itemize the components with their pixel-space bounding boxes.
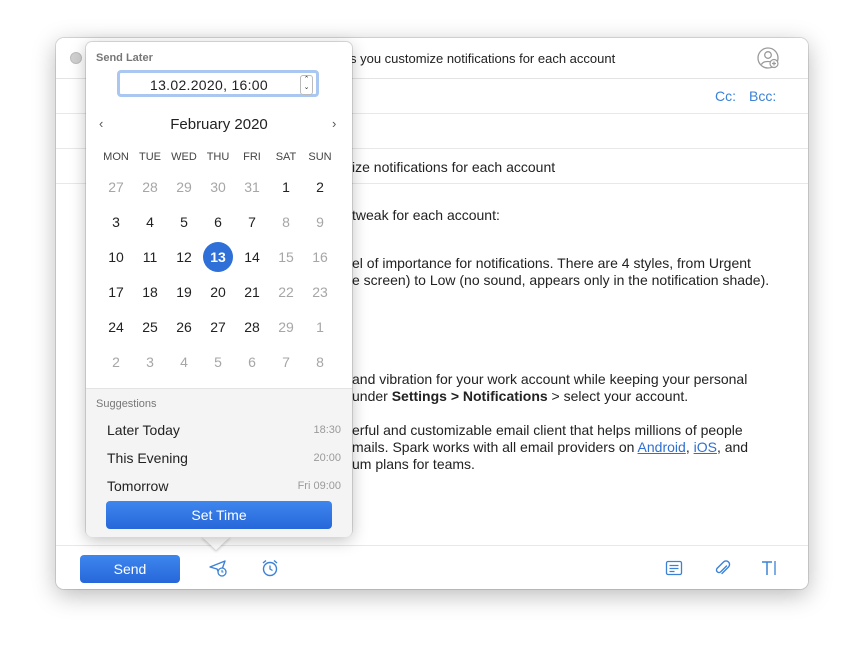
calendar-day[interactable]: 27: [202, 313, 234, 341]
close-window-button[interactable]: [70, 52, 82, 64]
body-line: mails. Spark works with all email provid…: [352, 439, 748, 456]
calendar-day[interactable]: 2: [100, 348, 132, 376]
body-text-segment: > select your account.: [547, 388, 689, 404]
calendar-day[interactable]: 3: [100, 208, 132, 236]
suggestion-label[interactable]: This Evening: [107, 450, 188, 466]
calendar-day[interactable]: 27: [100, 173, 132, 201]
chevron-down-icon[interactable]: ⌄: [304, 84, 310, 91]
body-text-segment: mails. Spark works with all email provid…: [352, 439, 638, 455]
calendar-day[interactable]: 25: [134, 313, 166, 341]
datetime-input[interactable]: 13.02.2020, 16:00 ⌃ ⌄: [117, 70, 319, 97]
calendar-day[interactable]: 17: [100, 278, 132, 306]
calendar-day[interactable]: 15: [270, 243, 302, 271]
suggestions-panel: Suggestions Later Today 18:30 This Eveni…: [86, 388, 352, 537]
calendar-day[interactable]: 21: [236, 278, 268, 306]
send-button[interactable]: Send: [80, 555, 180, 583]
calendar-day[interactable]: 4: [134, 208, 166, 236]
compose-toolbar: Send: [56, 545, 808, 589]
weekday-label: FRI: [243, 151, 261, 163]
weekday-label: TUE: [139, 151, 161, 163]
subject-field[interactable]: ize notifications for each account: [352, 159, 555, 175]
suggestion-time: 18:30: [313, 424, 341, 436]
calendar-day[interactable]: 5: [168, 208, 200, 236]
month-title: February 2020: [170, 116, 268, 133]
calendar-day[interactable]: 4: [168, 348, 200, 376]
suggestion-time: 20:00: [313, 452, 341, 464]
calendar-day[interactable]: 24: [100, 313, 132, 341]
body-line: erful and customizable email client that…: [352, 422, 743, 438]
calendar-day[interactable]: 8: [304, 348, 336, 376]
calendar-day[interactable]: 29: [168, 173, 200, 201]
calendar-day[interactable]: 20: [202, 278, 234, 306]
set-time-button[interactable]: Set Time: [106, 501, 332, 529]
calendar-day[interactable]: 29: [270, 313, 302, 341]
calendar-day[interactable]: 11: [134, 243, 166, 271]
settings-path-text: Settings > Notifications: [391, 388, 548, 404]
calendar-day[interactable]: 12: [168, 243, 200, 271]
calendar-day[interactable]: 23: [304, 278, 336, 306]
ios-link[interactable]: iOS: [694, 439, 717, 455]
calendar-day[interactable]: 19: [168, 278, 200, 306]
template-icon[interactable]: [664, 558, 684, 578]
bcc-button[interactable]: Bcc:: [749, 88, 776, 104]
calendar-day[interactable]: 28: [236, 313, 268, 341]
body-line: under Settings > Notifications > select …: [352, 388, 688, 405]
calendar-day[interactable]: 31: [236, 173, 268, 201]
calendar-day[interactable]: 3: [134, 348, 166, 376]
calendar-day[interactable]: 14: [236, 243, 268, 271]
next-month-button[interactable]: ›: [332, 116, 336, 131]
reminder-clock-icon[interactable]: [260, 558, 280, 578]
suggestion-label[interactable]: Tomorrow: [107, 478, 168, 494]
send-later-icon[interactable]: [208, 558, 228, 578]
weekday-label: SAT: [275, 151, 297, 163]
window-title: s you customize notifications for each a…: [350, 51, 616, 66]
calendar-day[interactable]: 6: [202, 208, 234, 236]
calendar-day[interactable]: 8: [270, 208, 302, 236]
calendar-day[interactable]: 5: [202, 348, 234, 376]
calendar-day[interactable]: 1: [270, 173, 302, 201]
body-line: e screen) to Low (no sound, appears only…: [352, 272, 770, 288]
calendar-day[interactable]: 30: [202, 173, 234, 201]
body-line: tweak for each account:: [352, 207, 500, 223]
calendar-day[interactable]: 22: [270, 278, 302, 306]
body-text-segment: , and: [716, 439, 749, 455]
calendar-day[interactable]: 1: [304, 313, 336, 341]
calendar-day[interactable]: 7: [270, 348, 302, 376]
body-line: el of importance for notifications. Ther…: [352, 255, 751, 271]
body-line: um plans for teams.: [352, 456, 475, 472]
body-text-segment: ,: [685, 439, 694, 455]
calendar-day[interactable]: 10: [100, 243, 132, 271]
calendar-day[interactable]: 28: [134, 173, 166, 201]
android-link[interactable]: Android: [638, 439, 686, 455]
cc-button[interactable]: Cc:: [715, 88, 736, 104]
calendar-day[interactable]: 2: [304, 173, 336, 201]
calendar-day[interactable]: 18: [134, 278, 166, 306]
attachment-icon[interactable]: [712, 558, 732, 578]
calendar-day[interactable]: 13: [202, 242, 234, 272]
popup-pointer: [201, 536, 231, 550]
suggestions-label: Suggestions: [96, 398, 157, 410]
calendar-day[interactable]: 16: [304, 243, 336, 271]
weekday-label: THU: [206, 151, 230, 163]
body-line: and vibration for your work account whil…: [352, 371, 748, 387]
calendar-day[interactable]: 26: [168, 313, 200, 341]
calendar-day[interactable]: 9: [304, 208, 336, 236]
datetime-value: 13.02.2020, 16:00: [150, 77, 268, 93]
popover-title: Send Later: [96, 52, 153, 64]
weekday-label: MON: [103, 151, 129, 163]
datetime-stepper[interactable]: ⌃ ⌄: [300, 75, 313, 95]
weekday-label: WED: [171, 151, 197, 163]
body-text-segment: under: [352, 388, 392, 404]
suggestion-label[interactable]: Later Today: [107, 422, 180, 438]
chevron-up-icon[interactable]: ⌃: [304, 76, 310, 83]
add-contact-icon[interactable]: [757, 47, 779, 69]
send-later-popover: Send Later 13.02.2020, 16:00 ⌃ ⌄ ‹ Februa…: [86, 42, 352, 537]
text-format-icon[interactable]: [760, 558, 780, 578]
calendar-day[interactable]: 7: [236, 208, 268, 236]
weekday-label: SUN: [308, 151, 332, 163]
suggestion-time: Fri 09:00: [297, 480, 341, 492]
calendar-day[interactable]: 6: [236, 348, 268, 376]
